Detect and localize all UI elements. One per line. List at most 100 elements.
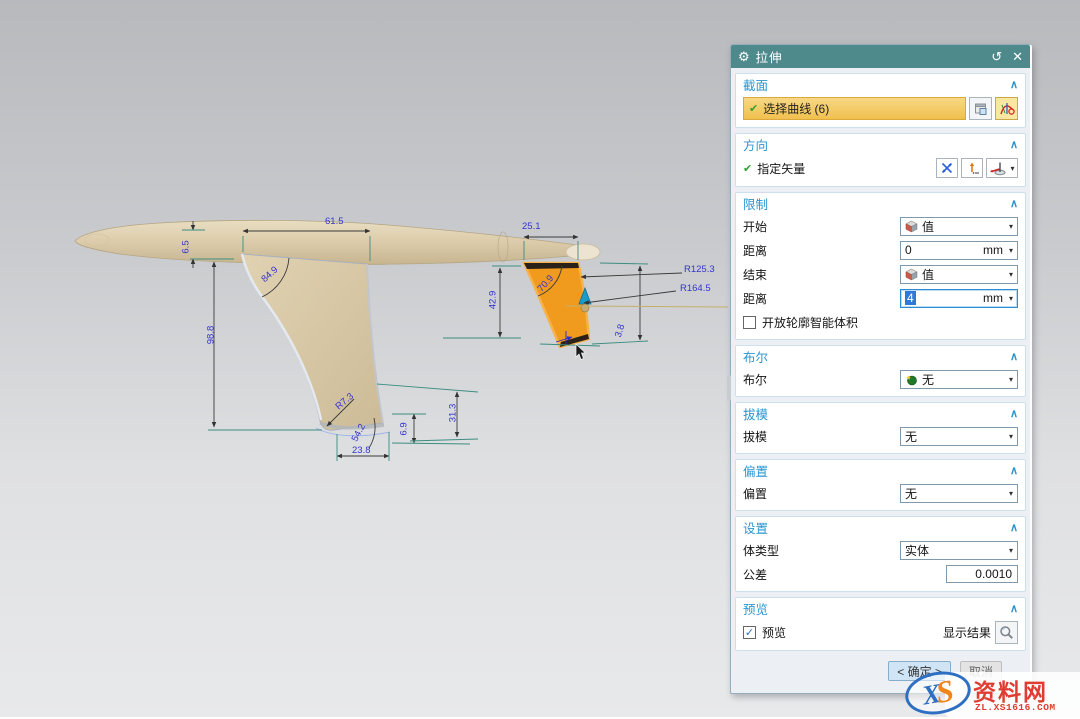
offset-value: 无 — [905, 485, 917, 502]
chevron-down-icon: ▾ — [1009, 294, 1013, 303]
tolerance-label: 公差 — [743, 566, 767, 583]
boolean-header-label: 布尔 — [743, 347, 768, 366]
vector-constructor-button[interactable]: ▾ — [986, 158, 1018, 178]
curve-rule-icon — [999, 101, 1015, 117]
dialog-titlebar[interactable]: ⚙ 拉伸 ↺ ✕ — [731, 45, 1030, 68]
offset-dropdown[interactable]: 无 ▾ — [900, 484, 1018, 503]
dim-25-1: 25.1 — [522, 222, 541, 232]
select-region-button[interactable] — [969, 97, 992, 120]
collapse-icon[interactable]: ∧ — [1010, 521, 1018, 534]
body-type-label: 体类型 — [743, 542, 779, 559]
direction-header[interactable]: 方向 ∧ — [736, 134, 1025, 155]
chevron-down-icon[interactable]: ▾ — [1010, 164, 1014, 173]
offset-header[interactable]: 偏置 ∧ — [736, 460, 1025, 481]
dim-r125-3: R125.3 — [684, 265, 715, 275]
app-window: 61.5 6.5 84.9 98.8 R7.3 54.2 23.8 6.9 31… — [0, 0, 1080, 717]
preview-header[interactable]: 预览 ∧ — [736, 598, 1025, 619]
swap-vector-icon — [940, 161, 954, 175]
end-distance-value: 4 — [905, 291, 916, 305]
dim-r164-5: R164.5 — [680, 284, 711, 294]
dialog-title: 拉伸 — [756, 47, 783, 66]
end-label: 结束 — [743, 266, 767, 283]
chevron-down-icon: ▾ — [1009, 546, 1013, 555]
select-curve-field[interactable]: ✔ 选择曲线 (6) — [743, 97, 966, 120]
dim-31-3: 31.3 — [448, 404, 458, 423]
end-mode-dropdown[interactable]: 值 ▾ — [900, 265, 1018, 284]
end-mode-value: 值 — [922, 266, 934, 283]
close-button[interactable]: ✕ — [1012, 49, 1023, 65]
watermark: X S 资料网 ZL.XS1616.COM — [905, 666, 1080, 717]
vector-dialog-button[interactable] — [961, 158, 983, 178]
boolean-none-icon — [905, 373, 918, 386]
section-header[interactable]: 截面 ∧ — [736, 74, 1025, 95]
group-draft: 拔模 ∧ 拔模 无 ▾ — [735, 402, 1026, 454]
show-result-button[interactable] — [995, 621, 1018, 644]
body-type-dropdown[interactable]: 实体 ▾ — [900, 541, 1018, 560]
preview-checkbox[interactable]: ✓ — [743, 626, 756, 639]
boolean-dropdown[interactable]: 无 ▾ — [900, 370, 1018, 389]
end-distance-unit: mm — [983, 291, 1003, 305]
dialog-resize-grip[interactable] — [727, 375, 731, 401]
dim-23-8: 23.8 — [352, 446, 371, 456]
vector-dialog-icon — [965, 161, 979, 175]
region-icon — [974, 102, 988, 116]
group-direction: 方向 ∧ ✔ 指定矢量 — [735, 133, 1026, 187]
mouse-cursor — [576, 344, 586, 360]
collapse-icon[interactable]: ∧ — [1010, 407, 1018, 420]
settings-header-label: 设置 — [743, 518, 768, 537]
start-mode-value: 值 — [922, 218, 934, 235]
section-header-label: 截面 — [743, 75, 768, 94]
draft-header[interactable]: 拔模 ∧ — [736, 403, 1025, 424]
settings-header[interactable]: 设置 ∧ — [736, 517, 1025, 538]
curve-rule-button[interactable] — [995, 97, 1018, 120]
dim-61-5: 61.5 — [325, 217, 344, 227]
start-distance-value: 0 — [905, 243, 912, 257]
collapse-icon[interactable]: ∧ — [1010, 602, 1018, 615]
start-distance-input[interactable]: 0 mm ▾ — [900, 241, 1018, 260]
start-distance-unit: mm — [983, 243, 1003, 257]
draft-value: 无 — [905, 428, 917, 445]
draft-dropdown[interactable]: 无 ▾ — [900, 427, 1018, 446]
collapse-icon[interactable]: ∧ — [1010, 464, 1018, 477]
magnifier-icon — [999, 625, 1014, 640]
collapse-icon[interactable]: ∧ — [1010, 350, 1018, 363]
tolerance-input[interactable]: 0.0010 — [946, 565, 1018, 583]
offset-label: 偏置 — [743, 485, 767, 502]
select-curve-label: 选择曲线 (6) — [763, 100, 829, 117]
chevron-down-icon: ▾ — [1009, 489, 1013, 498]
group-settings: 设置 ∧ 体类型 实体 ▾ 公差 0.0010 — [735, 516, 1026, 592]
chevron-down-icon: ▾ — [1009, 270, 1013, 279]
draft-label: 拔模 — [743, 428, 767, 445]
reverse-vector-button[interactable] — [936, 158, 958, 178]
group-section: 截面 ∧ ✔ 选择曲线 (6) — [735, 73, 1026, 128]
chevron-down-icon: ▾ — [1009, 222, 1013, 231]
start-mode-dropdown[interactable]: 值 ▾ — [900, 217, 1018, 236]
reset-button[interactable]: ↺ — [991, 49, 1002, 65]
collapse-icon[interactable]: ∧ — [1010, 197, 1018, 210]
boolean-header[interactable]: 布尔 ∧ — [736, 346, 1025, 367]
tolerance-value: 0.0010 — [975, 567, 1012, 581]
extrude-fin-top-edge — [524, 263, 579, 269]
open-profile-checkbox[interactable] — [743, 316, 756, 329]
leader-line-tan — [566, 306, 728, 307]
dim-6-9: 6.9 — [400, 422, 410, 435]
end-distance-input[interactable]: 4 mm ▾ — [900, 289, 1018, 308]
collapse-icon[interactable]: ∧ — [1010, 138, 1018, 151]
end-distance-label: 距离 — [743, 290, 767, 307]
chevron-down-icon: ▾ — [1009, 246, 1013, 255]
chevron-down-icon: ▾ — [1009, 375, 1013, 384]
open-profile-label: 开放轮廓智能体积 — [762, 314, 858, 331]
dim-6-5: 6.5 — [182, 240, 192, 253]
cube-icon — [905, 220, 918, 233]
boolean-value: 无 — [922, 371, 934, 388]
dim-98-8: 98.8 — [206, 326, 216, 345]
extrude-preview-fin[interactable] — [524, 263, 589, 347]
check-icon: ✔ — [749, 102, 758, 115]
extrude-handle-origin[interactable] — [581, 304, 589, 312]
vector-constructor-icon — [989, 160, 1007, 176]
collapse-icon[interactable]: ∧ — [1010, 78, 1018, 91]
check-icon: ✔ — [743, 162, 752, 175]
dim-42-9: 42.9 — [488, 291, 498, 310]
limits-header[interactable]: 限制 ∧ — [736, 193, 1025, 214]
specify-vector-label: 指定矢量 — [757, 160, 805, 177]
